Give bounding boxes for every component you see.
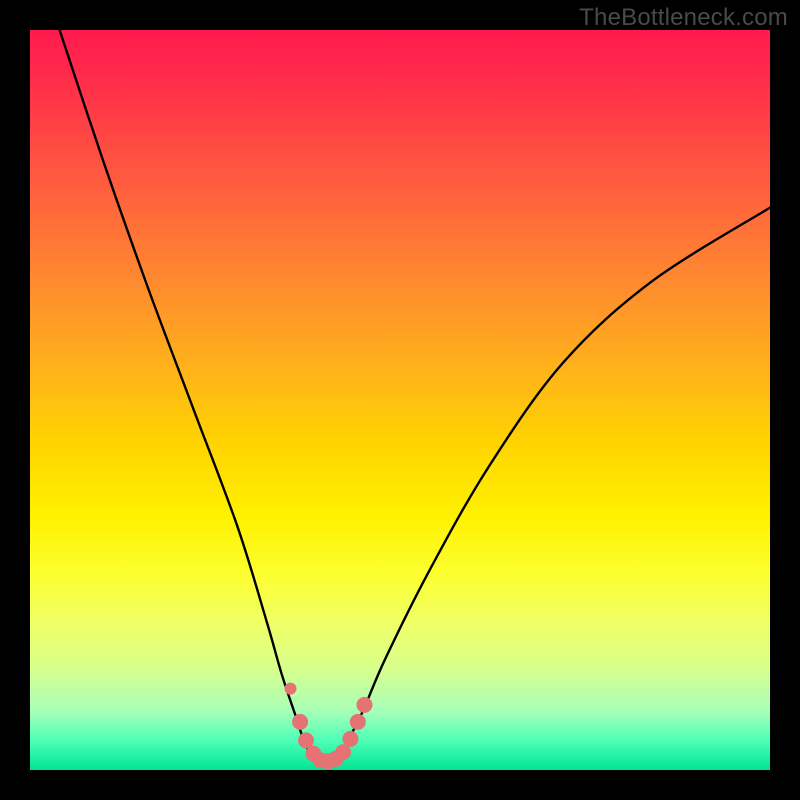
bottleneck-curve-path: [60, 30, 770, 763]
curve-marker: [356, 697, 372, 713]
curve-marker: [284, 683, 296, 695]
chart-plot-area: [30, 30, 770, 770]
curve-marker: [350, 714, 366, 730]
curve-marker: [342, 731, 358, 747]
bottleneck-curve-svg: [30, 30, 770, 770]
watermark-label: TheBottleneck.com: [579, 4, 788, 32]
curve-marker-group: [284, 683, 372, 770]
curve-marker: [292, 714, 308, 730]
